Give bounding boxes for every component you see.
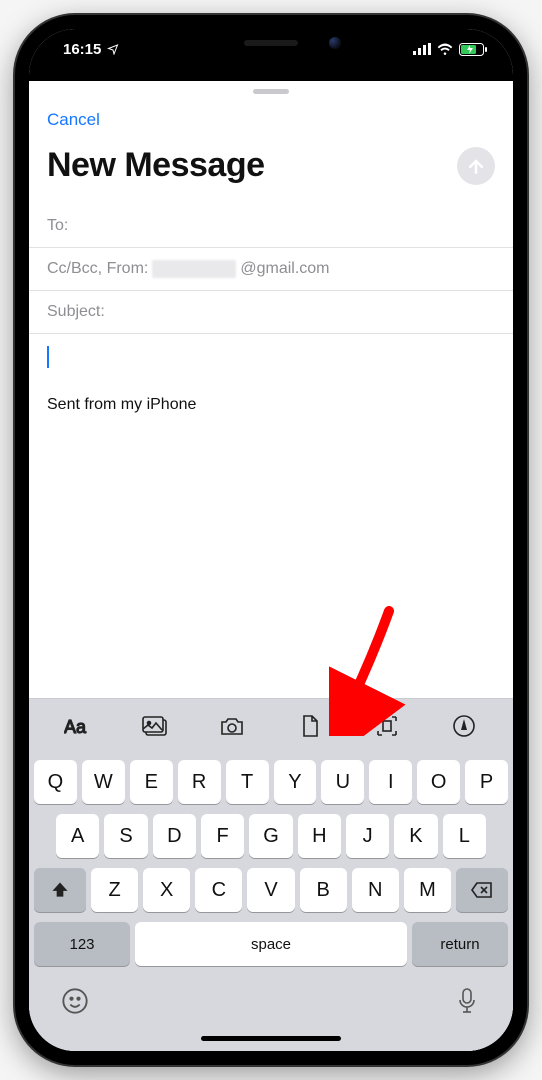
key-h[interactable]: H xyxy=(298,814,341,858)
backspace-key[interactable] xyxy=(456,868,508,912)
keyboard-row-4: 123 space return xyxy=(34,922,508,966)
subject-field[interactable]: Subject: xyxy=(29,291,513,334)
page-title: New Message xyxy=(47,146,265,185)
text-caret xyxy=(47,346,49,368)
key-z[interactable]: Z xyxy=(91,868,138,912)
status-time: 16:15 xyxy=(63,41,101,58)
to-field-label: To: xyxy=(47,217,68,235)
photo-library-button[interactable] xyxy=(125,706,185,746)
keyboard-row-3: Z X C V B N M xyxy=(34,868,508,912)
numbers-key[interactable]: 123 xyxy=(34,922,130,966)
microphone-icon xyxy=(456,987,478,1015)
format-text-icon: Aa xyxy=(64,715,92,737)
key-i[interactable]: I xyxy=(369,760,412,804)
markup-icon xyxy=(452,714,476,738)
key-j[interactable]: J xyxy=(346,814,389,858)
front-camera xyxy=(329,37,341,49)
ccbcc-from-label: Cc/Bcc, From: xyxy=(47,260,148,278)
shift-key[interactable] xyxy=(34,868,86,912)
svg-text:Aa: Aa xyxy=(64,717,87,737)
sheet-backdrop xyxy=(29,69,513,81)
key-t[interactable]: T xyxy=(226,760,269,804)
signature-text: Sent from my iPhone xyxy=(47,396,495,414)
cellular-signal-icon xyxy=(413,43,431,55)
message-body-input[interactable]: Sent from my iPhone xyxy=(29,334,513,698)
redacted-email-user xyxy=(152,260,236,278)
speaker-grille xyxy=(244,40,298,46)
return-key[interactable]: return xyxy=(412,922,508,966)
subject-field-label: Subject: xyxy=(47,303,105,321)
key-y[interactable]: Y xyxy=(274,760,317,804)
space-key[interactable]: space xyxy=(135,922,407,966)
markup-button[interactable] xyxy=(434,706,494,746)
arrow-up-icon xyxy=(466,156,486,176)
key-d[interactable]: D xyxy=(153,814,196,858)
key-x[interactable]: X xyxy=(143,868,190,912)
scan-document-icon xyxy=(375,714,399,738)
home-indicator[interactable] xyxy=(201,1036,341,1041)
battery-charging-icon xyxy=(459,43,487,56)
key-l[interactable]: L xyxy=(443,814,486,858)
photo-library-icon xyxy=(141,715,169,737)
location-icon xyxy=(107,43,119,55)
notch xyxy=(171,29,371,57)
scan-document-button[interactable] xyxy=(357,706,417,746)
key-p[interactable]: P xyxy=(465,760,508,804)
key-r[interactable]: R xyxy=(178,760,221,804)
key-e[interactable]: E xyxy=(130,760,173,804)
compose-toolbar: Aa xyxy=(29,698,513,752)
attach-document-icon xyxy=(299,714,321,738)
keyboard-row-2: A S D F G H J K L xyxy=(34,814,508,858)
key-o[interactable]: O xyxy=(417,760,460,804)
key-a[interactable]: A xyxy=(56,814,99,858)
cancel-button[interactable]: Cancel xyxy=(47,104,100,136)
key-v[interactable]: V xyxy=(247,868,294,912)
emoji-button[interactable] xyxy=(58,984,92,1018)
key-f[interactable]: F xyxy=(201,814,244,858)
camera-button[interactable] xyxy=(202,706,262,746)
to-field[interactable]: To: xyxy=(29,205,513,248)
key-u[interactable]: U xyxy=(321,760,364,804)
emoji-icon xyxy=(61,987,89,1015)
screen: 16:15 Cancel New Message xyxy=(29,29,513,1051)
key-q[interactable]: Q xyxy=(34,760,77,804)
camera-icon xyxy=(219,715,245,737)
key-g[interactable]: G xyxy=(249,814,292,858)
dictation-button[interactable] xyxy=(450,984,484,1018)
key-n[interactable]: N xyxy=(352,868,399,912)
key-b[interactable]: B xyxy=(300,868,347,912)
shift-icon xyxy=(50,880,70,900)
key-k[interactable]: K xyxy=(394,814,437,858)
keyboard-row-1: Q W E R T Y U I O P xyxy=(34,760,508,804)
wifi-icon xyxy=(437,43,453,55)
from-email-domain: @gmail.com xyxy=(240,260,329,278)
key-m[interactable]: M xyxy=(404,868,451,912)
phone-frame: 16:15 Cancel New Message xyxy=(15,15,527,1065)
key-c[interactable]: C xyxy=(195,868,242,912)
send-button[interactable] xyxy=(457,147,495,185)
key-s[interactable]: S xyxy=(104,814,147,858)
key-w[interactable]: W xyxy=(82,760,125,804)
attach-document-button[interactable] xyxy=(280,706,340,746)
keyboard: Q W E R T Y U I O P A S D F G H xyxy=(29,752,513,1051)
format-text-button[interactable]: Aa xyxy=(48,706,108,746)
backspace-icon xyxy=(470,881,494,899)
keyboard-bottom-row xyxy=(34,976,508,1018)
cc-bcc-from-field[interactable]: Cc/Bcc, From: @gmail.com xyxy=(29,248,513,291)
sheet-grabber[interactable] xyxy=(253,89,289,94)
compose-sheet: Cancel New Message To: Cc/Bcc, From: @gm… xyxy=(29,81,513,1051)
